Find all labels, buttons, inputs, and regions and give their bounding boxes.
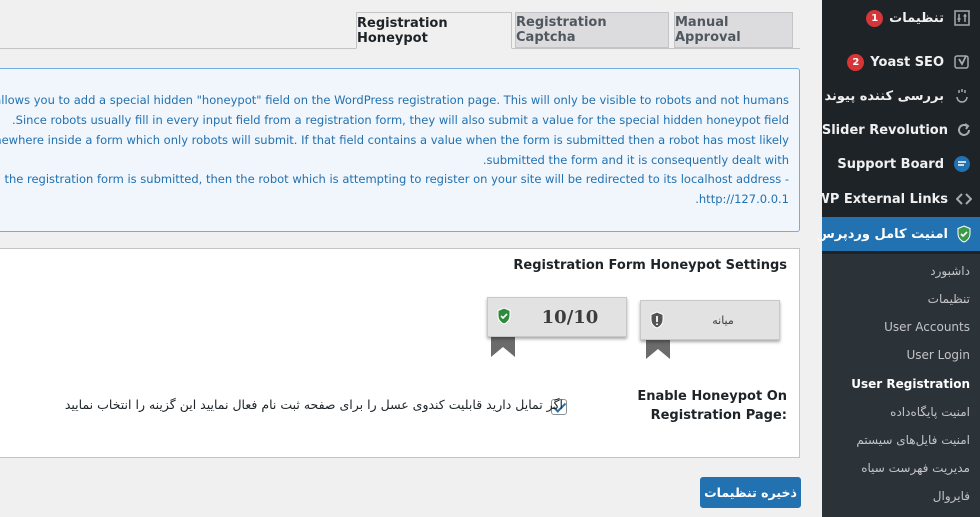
shield-check-icon [956,224,972,244]
sidebar-item-support-board[interactable]: Support Board [822,147,980,181]
yoast-icon [952,52,972,72]
sidebar-item-full-security[interactable]: امنیت کامل وردپرس [814,217,980,251]
submenu-item-firewall[interactable]: فایروال [933,489,970,503]
sidebar-item-link-checker[interactable]: بررسی کننده پیوند [822,79,980,113]
chat-icon [952,154,972,174]
enable-honeypot-description: اگر تمایل دارید قابلیت کندوی عسل را برای… [64,397,563,412]
sidebar-item-label: Support Board [837,156,944,172]
settings-title: Registration Form Honeypot Settings [513,258,787,273]
enable-honeypot-label: Enable Honeypot On Registration Page: [637,389,787,423]
sidebar-item-settings[interactable]: تنظیمات 1 [822,1,980,35]
notification-badge: 2 [847,53,865,71]
sidebar-item-label: بررسی کننده پیوند [824,88,944,104]
info-line: somewhere inside a form which only robot… [0,133,789,147]
submenu-item-user-registration[interactable]: User Registration [851,377,970,391]
sidebar-item-yoast[interactable]: Yoast SEO 2 [822,45,980,79]
sidebar-item-label: تنظیمات [889,10,944,26]
code-arrows-icon [956,189,972,209]
info-line: .submitted the form and it is consequent… [482,153,789,167]
submenu-item-blacklist[interactable]: مدیریت فهرست سیاه [861,461,970,475]
submenu-item-dashboard[interactable]: داشبورد [930,264,970,278]
sidebar-item-label: Slider Revolution [821,122,948,138]
tab-registration-captcha[interactable]: Registration Captcha [515,12,669,48]
submenu-item-settings[interactable]: تنظیمات [928,292,970,306]
info-line: .http://127.0.0.1 [695,192,789,206]
sidebar-item-external-links[interactable]: WP External Links [816,182,980,216]
link-checker-icon [952,86,972,106]
security-level: میانه [712,313,734,327]
sidebar-item-label: امنیت کامل وردپرس [816,226,948,242]
info-line: .Since robots usually fill in every inpu… [12,113,789,127]
tab-registration-honeypot[interactable]: Registration Honeypot [356,12,512,49]
sidebar-item-label: Yoast SEO [870,54,944,70]
active-indicator [814,226,822,242]
submenu-item-database-security[interactable]: امنیت پایگاه‌داده [890,405,970,419]
security-score: 10/10 [541,306,599,328]
settings-sliders-icon [952,8,972,28]
info-line: ure allows you to add a special hidden "… [0,93,789,107]
tab-manual-approval[interactable]: Manual Approval [674,12,793,48]
sidebar-item-label: WP External Links [815,191,949,207]
shield-alert-icon [650,311,664,329]
shield-check-icon [497,307,511,325]
submenu-item-user-login[interactable]: User Login [906,348,970,362]
update-count-badge: 1 [866,9,884,27]
submenu-item-filesystem-security[interactable]: امنیت فایل‌های سیستم [856,433,970,447]
info-notice: ure allows you to add a special hidden "… [0,68,800,232]
sidebar-item-slider-revolution[interactable]: Slider Revolution [822,113,980,147]
honeypot-settings-box: Registration Form Honeypot Settings 10/1… [0,248,800,458]
save-settings-button[interactable]: ذخیره تنظیمات [700,477,801,508]
refresh-icon [956,120,972,140]
submenu-item-user-accounts[interactable]: User Accounts [884,320,970,334]
info-line: hen the registration form is submitted, … [0,172,789,186]
admin-sidebar: تنظیمات 1 Yoast SEO 2 بررسی کننده پیوند … [814,0,980,517]
security-submenu: داشبورد تنظیمات User Accounts User Login… [822,254,980,517]
